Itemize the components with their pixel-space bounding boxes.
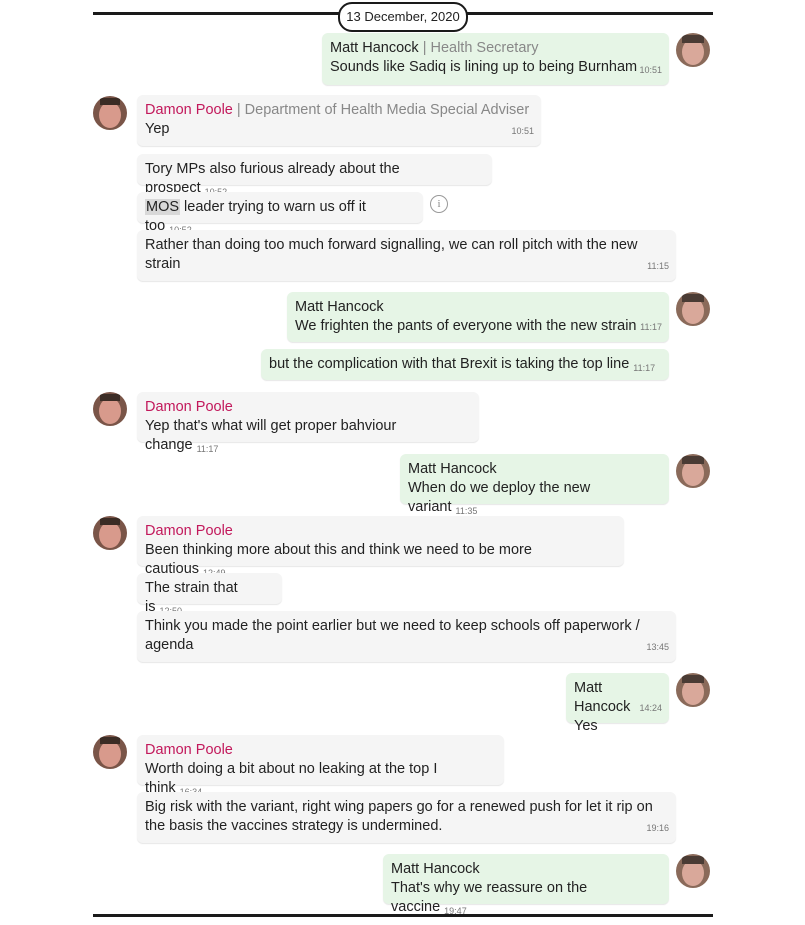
message-bubble: Matt Hancock We frighten the pants of ev… xyxy=(287,292,669,342)
avatar-hancock xyxy=(676,673,710,707)
message-bubble: Matt Hancock That's why we reassure on t… xyxy=(383,854,669,916)
info-icon[interactable]: i xyxy=(430,195,448,213)
sender-name: Matt Hancock xyxy=(295,299,384,315)
avatar-poole xyxy=(93,516,127,550)
sender-line: Damon Poole xyxy=(145,522,616,541)
message-bubble: Matt Hancock | Health Secretary Sounds l… xyxy=(322,33,669,85)
message-bubble: Matt Hancock When do we deploy the new v… xyxy=(400,454,669,516)
message-text: Sounds like Sadiq is lining up to being … xyxy=(330,59,638,75)
sender-line: Matt Hancock xyxy=(295,298,661,317)
message-time: 11:15 xyxy=(647,261,669,271)
sender-name: Matt Hancock xyxy=(408,461,497,477)
message-time: 11:17 xyxy=(640,322,662,332)
message-bubble: Rather than doing too much forward signa… xyxy=(137,230,676,281)
message-bubble: Damon Poole | Department of Health Media… xyxy=(137,95,541,146)
message-text: but the complication with that Brexit is… xyxy=(269,356,630,372)
date-separator: 13 December, 2020 xyxy=(338,2,468,32)
message-text: That's why we reassure on the vaccine xyxy=(391,880,588,915)
message-time: 10:51 xyxy=(639,65,662,75)
message-bubble: The strain that is12:50 xyxy=(137,573,282,616)
avatar-poole xyxy=(93,96,127,130)
message-text: Rather than doing too much forward signa… xyxy=(145,237,638,272)
message-bubble: Tory MPs also furious already about the … xyxy=(137,154,492,197)
message-bubble: Think you made the point earlier but we … xyxy=(137,611,676,662)
message-bubble: but the complication with that Brexit is… xyxy=(261,349,669,380)
message-text: Yes xyxy=(574,718,598,734)
message-time: 11:17 xyxy=(196,444,219,454)
avatar-poole xyxy=(93,392,127,426)
sender-role: | Health Secretary xyxy=(422,40,539,56)
message-text: Big risk with the variant, right wing pa… xyxy=(145,799,653,834)
sender-name: Damon Poole xyxy=(145,399,233,415)
message-time: 11:35 xyxy=(455,506,478,516)
message-bubble: MOS leader trying to warn us off it too1… xyxy=(137,192,423,235)
sender-name: Damon Poole xyxy=(145,523,233,539)
message-time: 19:16 xyxy=(646,823,669,833)
sender-line: Matt Hancock | Health Secretary xyxy=(330,39,661,58)
message-bubble: Damon Poole Been thinking more about thi… xyxy=(137,516,624,578)
message-text: Yep xyxy=(145,121,170,137)
message-bubble: Damon Poole Worth doing a bit about no l… xyxy=(137,735,504,797)
avatar-hancock xyxy=(676,292,710,326)
sender-name: Matt Hancock xyxy=(574,680,631,715)
highlighted-term[interactable]: MOS xyxy=(145,199,181,215)
sender-line: Matt Hancock xyxy=(408,460,661,479)
message-time: 14:24 xyxy=(639,703,662,713)
bottom-divider xyxy=(93,914,713,917)
sender-line: Damon Poole xyxy=(145,398,471,417)
avatar-hancock xyxy=(676,854,710,888)
sender-line: Matt Hancock xyxy=(391,860,661,879)
message-bubble: Matt Hancock Yes 14:24 xyxy=(566,673,669,734)
sender-name: Matt Hancock xyxy=(391,861,480,877)
avatar-hancock xyxy=(676,454,710,488)
message-bubble: Damon Poole Yep that's what will get pro… xyxy=(137,392,479,454)
message-text: Tory MPs also furious already about the … xyxy=(145,161,400,196)
sender-name: Damon Poole xyxy=(145,102,233,118)
message-text: We frighten the pants of everyone with t… xyxy=(295,318,637,334)
message-time: 10:51 xyxy=(511,126,534,136)
message-text: When do we deploy the new variant xyxy=(408,480,591,515)
sender-name: Damon Poole xyxy=(145,742,233,758)
avatar-hancock xyxy=(676,33,710,67)
message-bubble: Big risk with the variant, right wing pa… xyxy=(137,792,676,843)
sender-role: | Department of Health Media Special Adv… xyxy=(236,102,530,118)
avatar-poole xyxy=(93,735,127,769)
sender-name: Matt Hancock xyxy=(330,40,419,56)
sender-line: Damon Poole | Department of Health Media… xyxy=(145,101,533,120)
message-text: Yep that's what will get proper bahviour… xyxy=(145,418,397,453)
message-text: Think you made the point earlier but we … xyxy=(145,618,640,653)
message-time: 13:45 xyxy=(646,642,669,652)
message-time: 11:17 xyxy=(633,363,656,373)
sender-line: Damon Poole xyxy=(145,741,496,760)
